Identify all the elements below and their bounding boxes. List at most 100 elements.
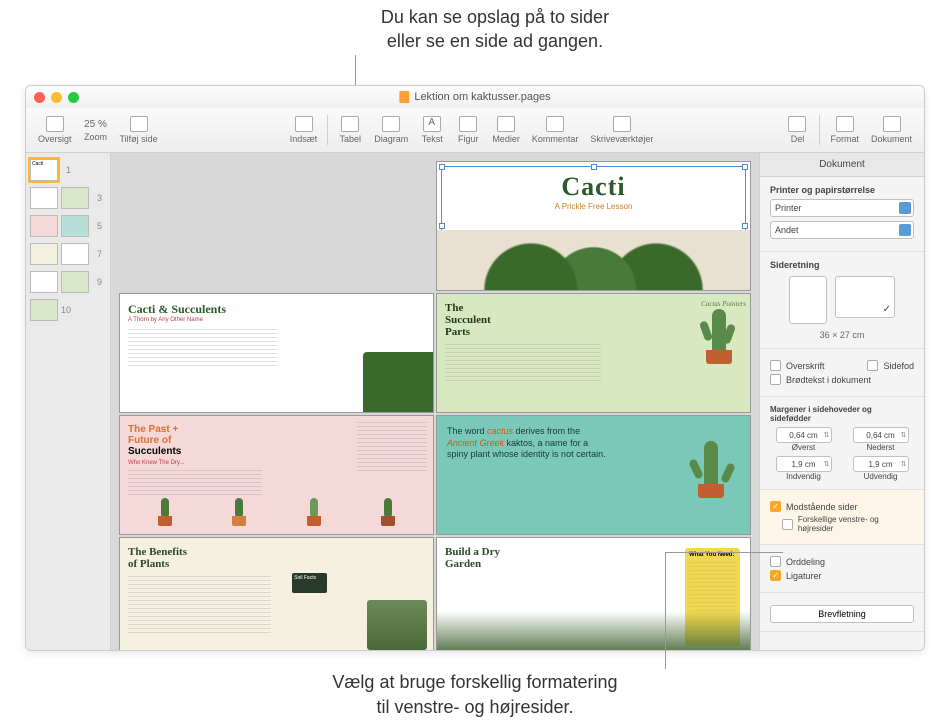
traffic-lights [34,92,79,103]
document-panel-icon [883,116,901,132]
plant-image [367,600,427,650]
page-2[interactable]: Cacti & Succulents A Thorn by Any Other … [119,293,434,413]
footer-checkbox[interactable] [867,360,878,371]
margin-inner-stepper[interactable]: 1,9 cm [776,456,832,472]
mailmerge-button[interactable]: Brevfletning [770,605,914,623]
callout-bottom: Vælg at bruge forskellig formatering til… [265,670,685,719]
collab-button[interactable]: Skriveværktøjer [584,114,659,146]
body-text [445,344,601,384]
format-button[interactable]: Format [824,114,865,146]
add-page-button[interactable]: Tilføj side [114,114,164,146]
page-title: Cacti & Succulents [128,302,425,317]
cactus-row [128,491,425,526]
side-text [357,422,427,477]
different-lr-checkbox[interactable] [782,519,793,530]
share-button[interactable]: Del [779,114,815,146]
shape-icon [459,116,477,132]
cactus-image [437,230,750,290]
facing-pages-checkbox[interactable]: ✓ [770,501,781,512]
margin-outer-stepper[interactable]: 1,9 cm [853,456,909,472]
titlebar: Lektion om kaktusser.pages [26,86,924,108]
table-button[interactable]: Tabel [332,114,368,146]
body-text [128,329,277,369]
orientation-portrait[interactable] [789,276,827,324]
view-button[interactable]: Oversigt [32,114,78,146]
chart-icon [382,116,400,132]
margins-label: Margener i sidehoveder og sidefødder [770,405,914,423]
insert-button[interactable]: Indsæt [284,114,324,146]
page-4[interactable]: The Past + Future of Succulents Who Knew… [119,415,434,535]
orientation-landscape[interactable]: ✓ [835,276,895,318]
thumb-9[interactable] [61,271,89,293]
body-text [128,576,271,636]
insert-icon [295,116,313,132]
info-box: Soil Facts [292,573,327,593]
thumb-1[interactable]: Cacti [30,159,58,181]
media-button[interactable]: Medier [486,114,526,146]
page-6[interactable]: The Benefits of Plants Soil Facts [119,537,434,650]
header-checkbox[interactable] [770,360,781,371]
page-3[interactable]: The Succulent Parts Cactus Pointers [436,293,751,413]
toolbar: Oversigt 25 %Zoom Tilføj side Indsæt Tab… [26,108,924,153]
paper-select[interactable]: Andet [770,221,914,239]
page-7[interactable]: Build a Dry Garden What You Need: [436,537,751,650]
add-page-icon [130,116,148,132]
page-title: The Succulent Parts [445,302,601,338]
page-subtitle: A Thorn by Any Other Name [128,317,425,323]
margin-top-stepper[interactable]: 0,64 cm [776,427,832,443]
page-1[interactable]: Cacti A Prickle Free Lesson [436,161,751,291]
share-icon [788,116,806,132]
app-window: Lektion om kaktusser.pages Oversigt 25 %… [25,85,925,651]
margin-bottom-stepper[interactable]: 0,64 cm [853,427,909,443]
cactus-illustration [692,441,732,496]
zoom-icon[interactable] [68,92,79,103]
thumb-5[interactable] [61,215,89,237]
callout-top: Du kan se opslag på to sider eller se en… [330,5,660,54]
thumb-6[interactable] [30,243,58,265]
hyphenation-checkbox[interactable] [770,556,781,567]
view-icon [46,116,64,132]
sidebar-title: Cactus Pointers [701,300,746,308]
shape-button[interactable]: Figur [450,114,486,146]
page-size: 36 × 27 cm [770,330,914,340]
thumb-7[interactable] [61,243,89,265]
plants-image [437,611,750,650]
cactus-illustration [700,309,735,364]
table-icon [341,116,359,132]
chart-button[interactable]: Diagram [368,114,414,146]
inspector-panel: Dokument Printer og papirstørrelse Print… [759,153,924,650]
page-title: The Benefits of Plants [128,546,425,570]
printer-select[interactable]: Printer [770,199,914,217]
thumb-4[interactable] [30,215,58,237]
page-thumbnails: Cacti1 3 5 7 9 10 [26,153,111,650]
bodytext-checkbox[interactable] [770,374,781,385]
quote-text: The word cactus derives from the Ancient… [447,426,608,524]
thumb-10[interactable] [30,299,58,321]
cactus-image [363,352,433,412]
printer-section-label: Printer og papirstørrelse [770,185,914,195]
inspector-header: Dokument [760,153,924,177]
thumb-8[interactable] [30,271,58,293]
format-icon [836,116,854,132]
comment-button[interactable]: Kommentar [526,114,585,146]
comment-icon [546,116,564,132]
text-button[interactable]: Tekst [414,114,450,146]
window-title: Lektion om kaktusser.pages [414,91,550,103]
media-icon [497,116,515,132]
callout-line [665,552,783,553]
canvas[interactable]: Cacti A Prickle Free Lesson Cacti & Succ… [111,153,759,650]
callout-line [665,553,666,669]
document-button[interactable]: Dokument [865,114,918,146]
page-5[interactable]: The word cactus derives from the Ancient… [436,415,751,535]
document-icon [399,91,409,103]
thumb-2[interactable] [30,187,58,209]
text-icon [423,116,441,132]
thumb-3[interactable] [61,187,89,209]
zoom-menu[interactable]: 25 %Zoom [78,117,114,144]
minimize-icon[interactable] [51,92,62,103]
ligatures-checkbox[interactable]: ✓ [770,570,781,581]
collab-icon [613,116,631,132]
close-icon[interactable] [34,92,45,103]
check-icon: ✓ [883,304,891,315]
orientation-label: Sideretning [770,260,914,270]
